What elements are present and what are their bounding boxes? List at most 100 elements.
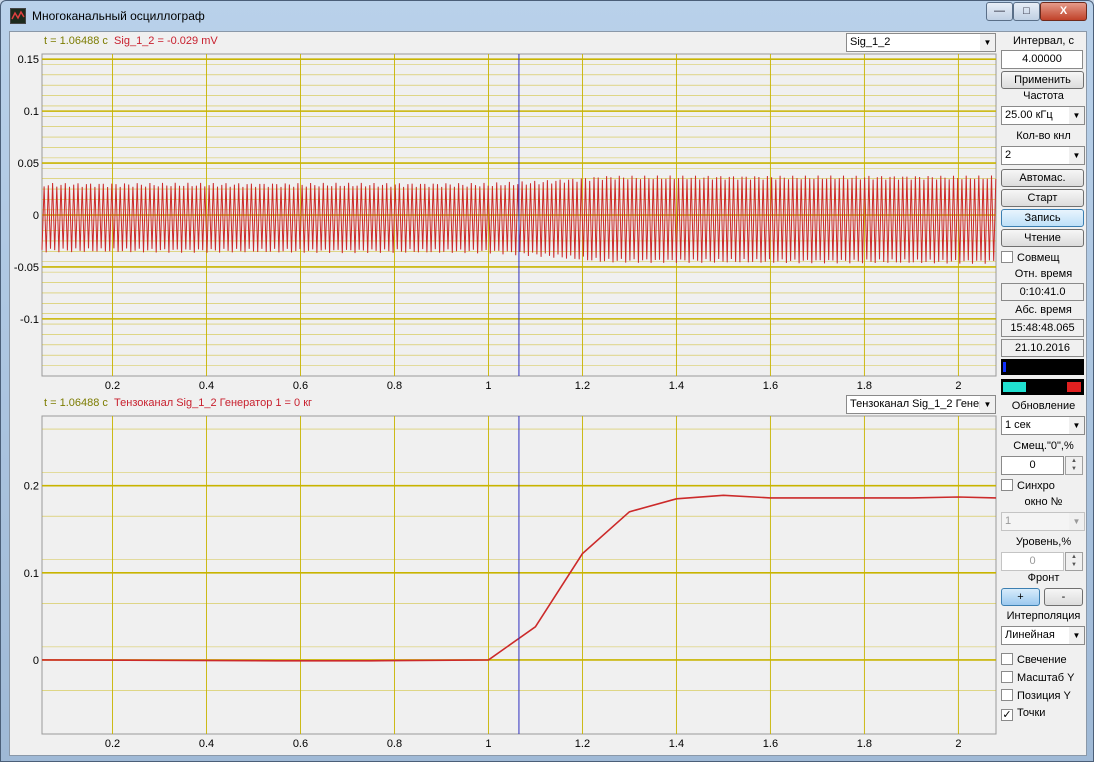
x-tick-label: 1.6 xyxy=(763,380,778,392)
plot1-channel-select-value: Sig_1_2 xyxy=(850,36,891,48)
front-rising-button[interactable]: + xyxy=(1001,588,1040,606)
front-label: Фронт xyxy=(1027,572,1060,584)
update-select-value: 1 сек xyxy=(1005,419,1031,431)
channel-count-select[interactable]: 2 ▼ xyxy=(1001,146,1085,165)
y-tick-label: 0.15 xyxy=(18,54,39,66)
chevron-down-icon: ▼ xyxy=(980,34,995,51)
sync-checkbox[interactable]: Синхро xyxy=(1001,479,1055,493)
window-number-label: окно № xyxy=(1024,496,1063,508)
overlay-checkbox-label: Совмещ xyxy=(1017,252,1060,264)
zero-offset-spinner[interactable]: ▲ ▼ xyxy=(1065,456,1083,475)
oscilloscope-window: Многоканальный осциллограф — □ X t = 1.0… xyxy=(0,0,1094,762)
signal-level-indicator-1 xyxy=(1001,359,1084,375)
control-panel: Интервал, с 4.00000 Применить Частота 25… xyxy=(999,32,1088,757)
window-number-value: 1 xyxy=(1005,515,1012,527)
points-checkbox-label: Точки xyxy=(1017,707,1046,719)
checkbox-box xyxy=(1001,689,1013,701)
record-button[interactable]: Запись xyxy=(1001,209,1084,227)
relative-time-value: 0:10:41.0 xyxy=(1001,283,1084,301)
y-tick-label: 0.2 xyxy=(24,481,39,493)
y-tick-label: 0.1 xyxy=(24,106,39,118)
update-label: Обновление xyxy=(1011,400,1076,412)
x-tick-label: 0.8 xyxy=(387,380,402,392)
absolute-time-label: Абс. время xyxy=(1015,304,1072,316)
frequency-select[interactable]: 25.00 кГц ▼ xyxy=(1001,106,1085,125)
x-tick-label: 1 xyxy=(485,380,491,392)
interval-label: Интервал, с xyxy=(1013,35,1074,47)
checkbox-box xyxy=(1001,653,1013,665)
interpolation-select-value: Линейная xyxy=(1005,629,1055,641)
plot1-chart[interactable]: 0.15 0.1 0.05 0 -0.05 -0.1 0.2 0.4 0.6 0.8 1 1.2 1.4… xyxy=(10,52,998,398)
chevron-down-icon: ▼ xyxy=(1069,627,1084,644)
front-falling-button[interactable]: - xyxy=(1044,588,1083,606)
oscilloscope-app-icon xyxy=(10,8,26,24)
signal-level-indicator-2 xyxy=(1001,379,1084,395)
autoscale-button[interactable]: Автомас. xyxy=(1001,169,1084,187)
x-tick-label: 1.2 xyxy=(575,738,590,750)
x-tick-label: 0.8 xyxy=(387,738,402,750)
y-tick-label: 0.05 xyxy=(18,158,39,170)
checkbox-box xyxy=(1001,251,1013,263)
apply-button[interactable]: Применить xyxy=(1001,71,1084,89)
position-y-checkbox[interactable]: Позиция Y xyxy=(1001,689,1071,703)
x-tick-label: 0.2 xyxy=(105,738,120,750)
sync-checkbox-label: Синхро xyxy=(1017,480,1055,492)
close-button[interactable]: X xyxy=(1040,2,1087,21)
frequency-label: Частота xyxy=(1023,90,1064,102)
y-tick-label: -0.1 xyxy=(20,314,39,326)
window-number-select[interactable]: 1 ▼ xyxy=(1001,512,1085,531)
position-y-checkbox-label: Позиция Y xyxy=(1017,690,1071,702)
plot1-readout-value: Sig_1_2 = -0.029 mV xyxy=(114,35,218,47)
overlay-checkbox[interactable]: Совмещ xyxy=(1001,251,1060,265)
level-input[interactable]: 0 xyxy=(1001,552,1064,571)
channel-count-label: Кол-во кнл xyxy=(1016,130,1071,142)
chevron-down-icon: ▼ xyxy=(1069,513,1084,530)
plot2-channel-select-value: Тензоканал Sig_1_2 Генератор 1 xyxy=(850,398,995,410)
scale-y-checkbox[interactable]: Масштаб Y xyxy=(1001,671,1074,685)
plot2-channel-select[interactable]: Тензоканал Sig_1_2 Генератор 1 ▼ xyxy=(846,395,996,414)
level-spinner[interactable]: ▲ ▼ xyxy=(1065,552,1083,571)
x-tick-label: 1.2 xyxy=(575,380,590,392)
x-tick-label: 0.2 xyxy=(105,380,120,392)
y-tick-label: 0 xyxy=(33,210,39,222)
frequency-select-value: 25.00 кГц xyxy=(1005,109,1053,121)
x-tick-label: 1 xyxy=(485,738,491,750)
plot2-readout-value: Тензоканал Sig_1_2 Генератор 1 = 0 кг xyxy=(114,397,313,409)
absolute-time-value: 15:48:48.065 xyxy=(1001,319,1084,337)
x-tick-label: 1.6 xyxy=(763,738,778,750)
plot1-header: t = 1.06488 с Sig_1_2 = -0.029 mV xyxy=(10,35,990,51)
window-title: Многоканальный осциллограф xyxy=(32,9,205,23)
client-area: t = 1.06488 с Sig_1_2 = -0.029 mV Sig_1_… xyxy=(9,31,1087,756)
read-button[interactable]: Чтение xyxy=(1001,229,1084,247)
scale-y-checkbox-label: Масштаб Y xyxy=(1017,672,1075,684)
date-value: 21.10.2016 xyxy=(1001,339,1084,357)
relative-time-label: Отн. время xyxy=(1014,268,1073,280)
channel-count-value: 2 xyxy=(1005,149,1012,161)
x-tick-label: 1.4 xyxy=(669,738,684,750)
plot1-cursor-readout: t = 1.06488 с Sig_1_2 = -0.029 mV xyxy=(44,35,218,47)
chevron-down-icon: ▼ xyxy=(1069,107,1084,124)
x-tick-label: 1.8 xyxy=(857,738,872,750)
plot2-chart[interactable]: 0.2 0.1 0 0.2 0.4 0.6 0.8 1 1.2 1.4 1.6 1.8 2 xyxy=(10,414,998,756)
x-tick-label: 1.8 xyxy=(857,380,872,392)
x-tick-label: 0.4 xyxy=(199,738,214,750)
update-select[interactable]: 1 сек ▼ xyxy=(1001,416,1085,435)
minimize-button[interactable]: — xyxy=(986,2,1013,21)
checkbox-box xyxy=(1001,671,1013,683)
checkmark-icon: ✓ xyxy=(1001,709,1013,721)
zero-offset-label: Смещ."0",% xyxy=(1013,440,1074,452)
glow-checkbox[interactable]: Свечение xyxy=(1001,653,1067,667)
interval-input[interactable]: 4.00000 xyxy=(1001,50,1083,69)
y-tick-label: 0 xyxy=(33,655,39,667)
maximize-button[interactable]: □ xyxy=(1013,2,1040,21)
title-bar[interactable]: Многоканальный осциллограф — □ X xyxy=(1,1,1093,31)
x-tick-label: 1.4 xyxy=(669,380,684,392)
interpolation-label: Интерполяция xyxy=(1006,610,1081,622)
points-checkbox[interactable]: ✓ Точки xyxy=(1001,707,1045,721)
start-button[interactable]: Старт xyxy=(1001,189,1084,207)
plot1-channel-select[interactable]: Sig_1_2 ▼ xyxy=(846,33,996,52)
chevron-down-icon: ▼ xyxy=(1069,417,1084,434)
interpolation-select[interactable]: Линейная ▼ xyxy=(1001,626,1085,645)
plot1-readout-time: t = 1.06488 с xyxy=(44,35,108,47)
zero-offset-input[interactable]: 0 xyxy=(1001,456,1064,475)
